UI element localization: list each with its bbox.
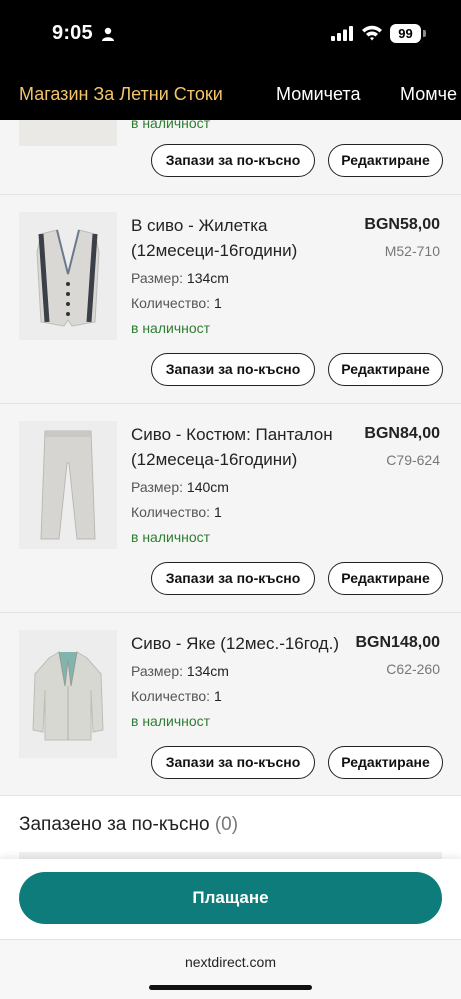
cart-item: Сиво - Яке (12мес.-16год.) Размер: 134cm… <box>0 613 461 796</box>
quantity-value: 1 <box>213 504 222 520</box>
save-for-later-button[interactable]: Запази за по-късно <box>151 562 315 595</box>
stock-status: в наличност <box>131 320 211 336</box>
edit-button[interactable]: Редактиране <box>328 746 443 779</box>
checkout-button[interactable]: Плащане <box>19 872 442 924</box>
cart-item: Сиво - Костюм: Панталон (12месеца-16годи… <box>0 404 461 613</box>
stock-status: в наличност <box>131 713 211 729</box>
nav-item-summer-shop[interactable]: Магазин За Летни Стоки <box>19 84 223 105</box>
size-value: 134cm <box>186 270 229 286</box>
person-icon <box>102 27 114 41</box>
product-price: BGN148,00 <box>355 634 441 651</box>
nav-item-girls[interactable]: Момичета <box>276 84 360 105</box>
saved-count: (0) <box>214 814 239 835</box>
product-image-trousers[interactable] <box>19 421 117 549</box>
size-value: 134cm <box>186 663 229 679</box>
product-code: M52-710 <box>384 243 440 259</box>
status-time: 9:05 <box>52 22 93 44</box>
size-row: Размер: 140cm <box>131 475 346 500</box>
size-label: Размер: <box>131 479 184 495</box>
cart-item: В сиво - Жилетка (12месеци-16години) Раз… <box>0 195 461 404</box>
product-title[interactable]: Сиво - Яке (12мес.-16год.) <box>131 631 346 656</box>
quantity-value: 1 <box>213 688 222 704</box>
quantity-row: Количество: 1 <box>131 684 346 709</box>
battery-nub <box>423 30 426 37</box>
home-indicator[interactable] <box>149 985 312 990</box>
status-bar: 9:05 99 <box>0 0 461 70</box>
save-for-later-button[interactable]: Запази за по-късно <box>151 746 315 779</box>
product-code: C79-624 <box>386 452 440 468</box>
nav-item-boys[interactable]: Момче <box>400 84 457 105</box>
cart-page: 9:05 99 Магазин За Летни Стоки Момичета … <box>0 0 461 999</box>
size-label: Размер: <box>131 270 184 286</box>
quantity-row: Количество: 1 <box>131 500 346 525</box>
product-image-jacket[interactable] <box>19 630 117 758</box>
product-code: C62-260 <box>386 661 440 677</box>
checkout-bar: Плащане <box>0 859 461 939</box>
product-price: BGN84,00 <box>364 425 440 442</box>
product-image <box>19 120 117 146</box>
cart-item-partial: в наличност Запази за по-късно Редактира… <box>0 115 461 195</box>
jacket-illustration <box>19 630 117 758</box>
saved-for-later-section: Запазено за по-късно (0) <box>0 796 461 860</box>
product-title[interactable]: Сиво - Костюм: Панталон (12месеца-16годи… <box>131 422 346 472</box>
quantity-label: Количество: <box>131 688 211 704</box>
cellular-signal-icon <box>331 26 353 41</box>
save-for-later-button[interactable]: Запази за по-късно <box>151 353 315 386</box>
product-image-vest[interactable] <box>19 212 117 340</box>
trousers-illustration <box>19 421 117 549</box>
size-label: Размер: <box>131 663 184 679</box>
saved-for-later-title: Запазено за по-късно (0) <box>19 814 238 836</box>
stock-status: в наличност <box>131 115 211 131</box>
saved-title-text: Запазено за по-късно <box>19 814 210 835</box>
url-text[interactable]: nextdirect.com <box>0 954 461 970</box>
battery-indicator: 99 <box>390 24 421 43</box>
edit-button[interactable]: Редактиране <box>328 562 443 595</box>
quantity-value: 1 <box>213 295 222 311</box>
browser-address-bar[interactable]: nextdirect.com <box>0 939 461 999</box>
size-value: 140cm <box>186 479 229 495</box>
product-price: BGN58,00 <box>364 216 440 233</box>
edit-button[interactable]: Редактиране <box>328 353 443 386</box>
quantity-label: Количество: <box>131 504 211 520</box>
wifi-icon <box>362 25 382 41</box>
stock-status: в наличност <box>131 529 211 545</box>
size-row: Размер: 134cm <box>131 659 346 684</box>
size-row: Размер: 134cm <box>131 266 346 291</box>
quantity-row: Количество: 1 <box>131 291 346 316</box>
product-title[interactable]: В сиво - Жилетка (12месеци-16години) <box>131 213 346 263</box>
vest-illustration <box>19 212 117 340</box>
save-for-later-button[interactable]: Запази за по-късно <box>151 144 315 177</box>
quantity-label: Количество: <box>131 295 211 311</box>
edit-button[interactable]: Редактиране <box>328 144 443 177</box>
